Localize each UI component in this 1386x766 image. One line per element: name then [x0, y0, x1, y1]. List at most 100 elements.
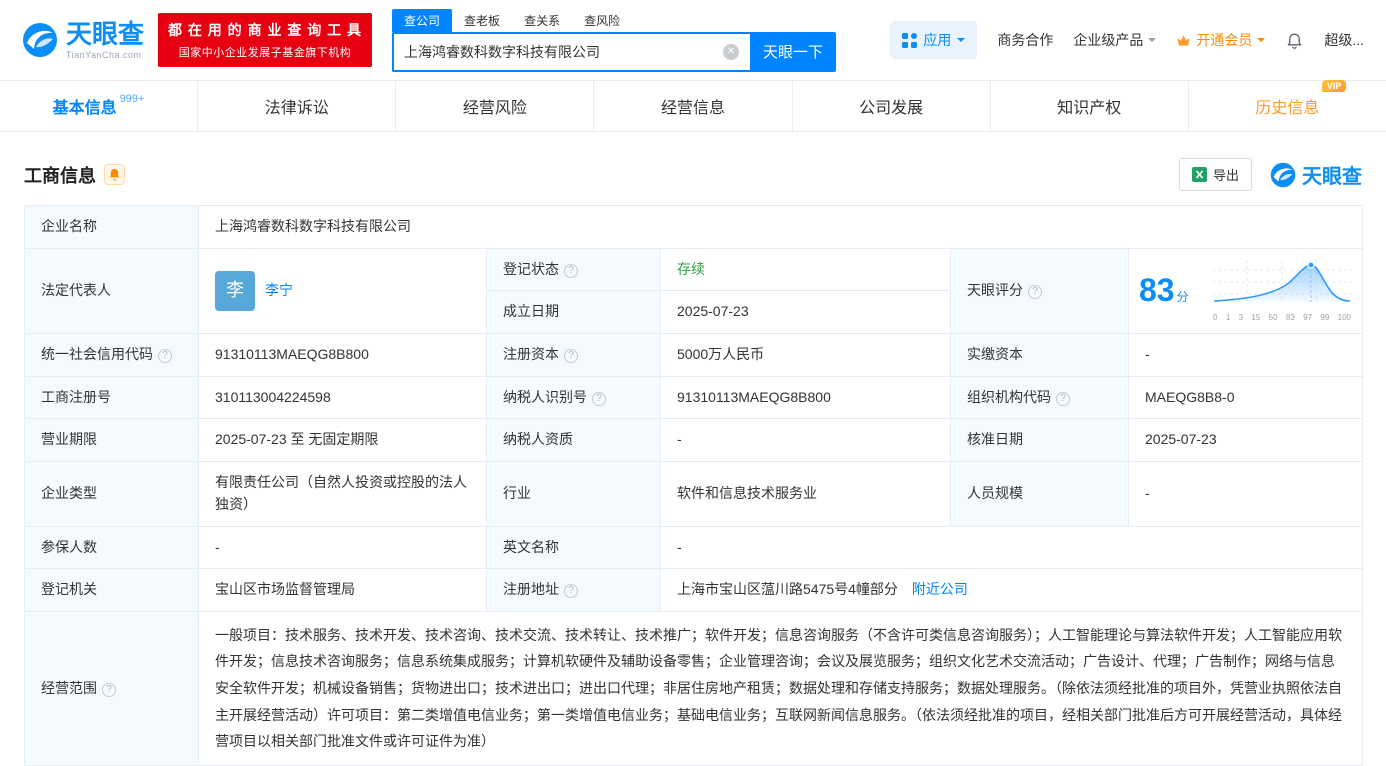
open-vip-menu[interactable]: 开通会员: [1176, 30, 1266, 50]
table-row: 企业名称 上海鸿睿数科数字科技有限公司: [24, 205, 1364, 249]
score-curve-icon: [1212, 259, 1353, 302]
table-row: 统一社会信用代码 91310113MAEQG8B800 注册资本 5000万人民…: [24, 333, 1364, 377]
search-tab-company[interactable]: 查公司: [392, 8, 453, 32]
label-staff-size: 人员规模: [950, 461, 1129, 527]
brand-text: 天眼查 TianYanCha.com: [66, 21, 144, 60]
chevron-down-icon: [957, 38, 966, 46]
brand-name: 天眼查: [1302, 166, 1362, 188]
page-title: 工商信息: [24, 165, 96, 186]
help-icon[interactable]: [1056, 391, 1070, 406]
company-tabs: 基本信息 999+ 法律诉讼 经营风险 经营信息 公司发展 知识产权 历史信息 …: [0, 80, 1386, 132]
label-insured-count: 参保人数: [24, 525, 199, 570]
export-button[interactable]: 导出: [1178, 158, 1252, 191]
tab-basic-badge: 999+: [119, 93, 145, 105]
export-label: 导出: [1212, 168, 1239, 183]
tianyancha-logo[interactable]: 天眼查 TianYanCha.com: [22, 21, 144, 60]
label-english-name: 英文名称: [486, 525, 661, 570]
monitor-bell-icon[interactable]: [104, 164, 125, 185]
tab-business-label: 经营信息: [660, 100, 725, 117]
axis-tick: 3: [1238, 312, 1244, 322]
label-taxpayer-quality: 纳税人资质: [486, 418, 661, 463]
value-reg-number: 310113004224598: [198, 375, 487, 420]
search-button[interactable]: 天眼一下: [750, 31, 837, 72]
help-icon[interactable]: [102, 682, 116, 697]
tab-history-info[interactable]: 历史信息 VIP: [1187, 80, 1386, 131]
label-company-name: 企业名称: [24, 205, 199, 249]
help-icon[interactable]: [564, 349, 578, 364]
axis-tick: 100: [1337, 312, 1352, 322]
vip-badge: VIP: [1321, 80, 1347, 92]
tab-business-info[interactable]: 经营信息: [593, 81, 791, 131]
search-tab-boss[interactable]: 查老板: [452, 9, 512, 32]
label-reg-capital: 注册资本: [486, 333, 661, 377]
tab-basic-label: 基本信息: [52, 100, 117, 117]
label-reg-number: 工商注册号: [24, 375, 199, 420]
section-head-right: 导出 天眼查: [1178, 158, 1362, 191]
help-icon[interactable]: [158, 349, 172, 364]
search-tabs: 查公司 查老板 查关系 查风险: [392, 8, 836, 32]
nearby-companies-link[interactable]: 附近公司: [912, 581, 968, 597]
table-row: 登记机关 宝山区市场监督管理局 注册地址 上海市宝山区蕰川路5475号4幢部分 …: [24, 568, 1364, 612]
super-vip-link[interactable]: 超级...: [1324, 30, 1364, 50]
value-business-scope: 一般项目：技术服务、技术开发、技术咨询、技术交流、技术转让、技术推广；软件开发；…: [197, 610, 1364, 766]
apps-grid-icon: [902, 32, 918, 48]
value-industry: 软件和信息技术服务业: [660, 461, 951, 527]
tab-intellectual-property[interactable]: 知识产权: [989, 81, 1188, 131]
section-head: 工商信息 导出 天眼查: [24, 158, 1362, 191]
value-reg-status: 存续: [660, 247, 951, 292]
notifications-bell-icon[interactable]: [1285, 31, 1304, 50]
chevron-down-icon: [1257, 38, 1266, 46]
enterprise-products-menu[interactable]: 企业级产品: [1073, 30, 1157, 50]
tab-basic-info[interactable]: 基本信息 999+: [0, 81, 197, 131]
help-icon[interactable]: [564, 584, 578, 599]
axis-tick: 1: [1225, 312, 1231, 322]
search-tab-relation[interactable]: 查关系: [512, 9, 572, 32]
tab-risk-label: 经营风险: [462, 100, 527, 117]
excel-icon: [1191, 167, 1207, 182]
table-row: 营业期限 2025-07-23 至 无固定期限 纳税人资质 - 核准日期 202…: [24, 418, 1364, 463]
chevron-down-icon: [1148, 38, 1157, 46]
table-row: 参保人数 - 英文名称 -: [24, 525, 1364, 570]
tab-company-development[interactable]: 公司发展: [791, 81, 990, 131]
label-reg-address: 注册地址: [486, 568, 661, 612]
crown-icon: [1177, 34, 1190, 46]
axis-tick: 0: [1213, 312, 1218, 322]
value-company-type: 有限责任公司（自然人投资或控股的法人独资）: [198, 461, 487, 527]
score-value: 83: [1139, 272, 1175, 309]
tianyancha-watermark-logo[interactable]: 天眼查: [1270, 160, 1362, 189]
help-icon[interactable]: [592, 391, 606, 406]
help-icon[interactable]: [1028, 285, 1042, 300]
label-approval-date: 核准日期: [950, 418, 1129, 463]
promo-line2: 国家中小企业发展子基金旗下机构: [178, 47, 352, 59]
value-establish-date: 2025-07-23: [660, 290, 951, 335]
value-reg-authority: 宝山区市场监督管理局: [198, 568, 487, 612]
label-credit-code: 统一社会信用代码: [24, 333, 199, 377]
label-reg-status: 登记状态: [486, 247, 661, 292]
value-taxpayer-quality: -: [660, 418, 951, 463]
tab-legal-proceedings[interactable]: 法律诉讼: [197, 81, 395, 131]
avatar[interactable]: 李: [215, 270, 255, 311]
axis-tick: 99: [1320, 312, 1330, 322]
tab-operating-risk[interactable]: 经营风险: [395, 81, 593, 131]
top-header: 天眼查 TianYanCha.com 都 在 用 的 商 业 查 询 工 具 国…: [0, 0, 1386, 80]
table-row: 经营范围 一般项目：技术服务、技术开发、技术咨询、技术交流、技术转让、技术推广；…: [24, 610, 1364, 766]
business-info-table: 企业名称 上海鸿睿数科数字科技有限公司 法定代表人 李 李宁 登记状态 存续 天…: [24, 205, 1364, 766]
clear-icon[interactable]: [723, 43, 740, 60]
value-staff-size: -: [1127, 461, 1364, 527]
promo-badge: 都 在 用 的 商 业 查 询 工 具 国家中小企业发展子基金旗下机构: [158, 13, 373, 67]
label-business-scope: 经营范围: [24, 610, 199, 766]
table-row: 企业类型 有限责任公司（自然人投资或控股的法人独资） 行业 软件和信息技术服务业…: [24, 461, 1364, 527]
label-establish-date: 成立日期: [486, 290, 661, 335]
tab-ip-label: 知识产权: [1057, 100, 1122, 117]
business-cooperation-link[interactable]: 商务合作: [997, 30, 1053, 50]
value-reg-capital: 5000万人民币: [660, 333, 951, 377]
score-unit: 分: [1176, 290, 1189, 305]
label-business-term: 营业期限: [24, 418, 199, 463]
search-tab-risk[interactable]: 查风险: [572, 9, 632, 32]
apps-menu[interactable]: 应用: [890, 21, 978, 59]
search-input[interactable]: [392, 31, 751, 72]
legal-rep-link[interactable]: 李宁: [265, 280, 293, 302]
help-icon[interactable]: [564, 263, 578, 278]
tab-development-label: 公司发展: [859, 100, 924, 117]
label-legal-rep: 法定代表人: [24, 247, 199, 335]
